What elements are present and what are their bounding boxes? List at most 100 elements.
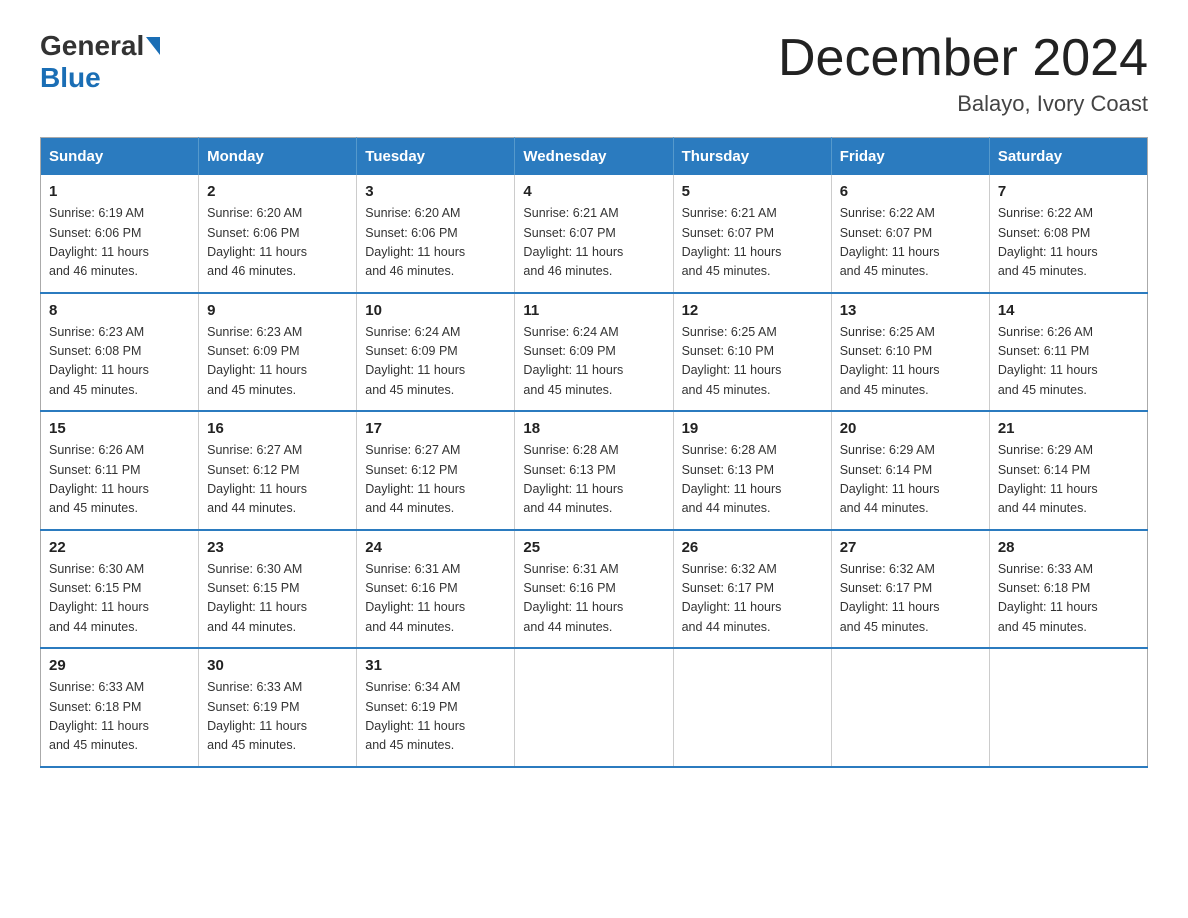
- calendar-day-cell: 4 Sunrise: 6:21 AMSunset: 6:07 PMDaylight…: [515, 175, 673, 293]
- day-number: 14: [998, 302, 1139, 319]
- day-info: Sunrise: 6:22 AMSunset: 6:08 PMDaylight:…: [998, 204, 1139, 282]
- day-info: Sunrise: 6:28 AMSunset: 6:13 PMDaylight:…: [682, 441, 823, 519]
- day-info: Sunrise: 6:33 AMSunset: 6:18 PMDaylight:…: [998, 560, 1139, 638]
- day-number: 17: [365, 420, 506, 437]
- day-number: 27: [840, 539, 981, 556]
- calendar-day-cell: 30Sunrise: 6:33 AMSunset: 6:19 PMDayligh…: [199, 648, 357, 767]
- day-info: Sunrise: 6:34 AMSunset: 6:19 PMDaylight:…: [365, 678, 506, 756]
- calendar-day-cell: 28 Sunrise: 6:33 AMSunset: 6:18 PMDayligh…: [989, 530, 1147, 649]
- day-number: 31: [365, 657, 506, 674]
- calendar-day-cell: 20 Sunrise: 6:29 AMSunset: 6:14 PMDayligh…: [831, 411, 989, 530]
- calendar-day-cell: 18 Sunrise: 6:28 AMSunset: 6:13 PMDayligh…: [515, 411, 673, 530]
- day-number: 11: [523, 302, 664, 319]
- day-number: 26: [682, 539, 823, 556]
- calendar-day-cell: 17 Sunrise: 6:27 AMSunset: 6:12 PMDayligh…: [357, 411, 515, 530]
- day-number: 28: [998, 539, 1139, 556]
- calendar-day-cell: 10 Sunrise: 6:24 AMSunset: 6:09 PMDayligh…: [357, 293, 515, 412]
- page-header: General Blue December 2024 Balayo, Ivory…: [40, 30, 1148, 117]
- day-info: Sunrise: 6:19 AMSunset: 6:06 PMDaylight:…: [49, 204, 190, 282]
- day-number: 18: [523, 420, 664, 437]
- day-number: 5: [682, 183, 823, 200]
- day-number: 21: [998, 420, 1139, 437]
- calendar-body: 1Sunrise: 6:19 AMSunset: 6:06 PMDaylight…: [41, 175, 1148, 767]
- day-info: Sunrise: 6:21 AMSunset: 6:07 PMDaylight:…: [523, 204, 664, 282]
- calendar-header-cell: Monday: [199, 138, 357, 176]
- day-info: Sunrise: 6:20 AMSunset: 6:06 PMDaylight:…: [365, 204, 506, 282]
- calendar-day-cell: 19Sunrise: 6:28 AMSunset: 6:13 PMDayligh…: [673, 411, 831, 530]
- day-info: Sunrise: 6:31 AMSunset: 6:16 PMDaylight:…: [523, 560, 664, 638]
- calendar-header-cell: Wednesday: [515, 138, 673, 176]
- day-info: Sunrise: 6:21 AMSunset: 6:07 PMDaylight:…: [682, 204, 823, 282]
- day-number: 4: [523, 183, 664, 200]
- day-number: 20: [840, 420, 981, 437]
- day-number: 29: [49, 657, 190, 674]
- calendar-week-row: 22Sunrise: 6:30 AMSunset: 6:15 PMDayligh…: [41, 530, 1148, 649]
- day-info: Sunrise: 6:27 AMSunset: 6:12 PMDaylight:…: [365, 441, 506, 519]
- calendar-header: SundayMondayTuesdayWednesdayThursdayFrid…: [41, 138, 1148, 176]
- calendar-header-cell: Tuesday: [357, 138, 515, 176]
- calendar-day-cell: 5 Sunrise: 6:21 AMSunset: 6:07 PMDaylight…: [673, 175, 831, 293]
- day-number: 30: [207, 657, 348, 674]
- day-info: Sunrise: 6:26 AMSunset: 6:11 PMDaylight:…: [49, 441, 190, 519]
- day-number: 12: [682, 302, 823, 319]
- day-number: 15: [49, 420, 190, 437]
- day-info: Sunrise: 6:26 AMSunset: 6:11 PMDaylight:…: [998, 323, 1139, 401]
- calendar-header-cell: Saturday: [989, 138, 1147, 176]
- day-info: Sunrise: 6:24 AMSunset: 6:09 PMDaylight:…: [523, 323, 664, 401]
- day-number: 25: [523, 539, 664, 556]
- day-info: Sunrise: 6:23 AMSunset: 6:08 PMDaylight:…: [49, 323, 190, 401]
- calendar-day-cell: 13Sunrise: 6:25 AMSunset: 6:10 PMDayligh…: [831, 293, 989, 412]
- calendar-day-cell: 24 Sunrise: 6:31 AMSunset: 6:16 PMDayligh…: [357, 530, 515, 649]
- day-number: 2: [207, 183, 348, 200]
- day-number: 8: [49, 302, 190, 319]
- calendar-day-cell: 22Sunrise: 6:30 AMSunset: 6:15 PMDayligh…: [41, 530, 199, 649]
- logo-blue-text: Blue: [40, 62, 101, 94]
- day-number: 24: [365, 539, 506, 556]
- calendar-day-cell: 8 Sunrise: 6:23 AMSunset: 6:08 PMDaylight…: [41, 293, 199, 412]
- calendar-day-cell: [673, 648, 831, 767]
- calendar-week-row: 1Sunrise: 6:19 AMSunset: 6:06 PMDaylight…: [41, 175, 1148, 293]
- calendar-day-cell: 2 Sunrise: 6:20 AMSunset: 6:06 PMDaylight…: [199, 175, 357, 293]
- calendar-day-cell: 7Sunrise: 6:22 AMSunset: 6:08 PMDaylight…: [989, 175, 1147, 293]
- day-number: 9: [207, 302, 348, 319]
- calendar-day-cell: [515, 648, 673, 767]
- calendar-day-cell: 25 Sunrise: 6:31 AMSunset: 6:16 PMDayligh…: [515, 530, 673, 649]
- calendar-day-cell: [831, 648, 989, 767]
- day-number: 10: [365, 302, 506, 319]
- day-info: Sunrise: 6:31 AMSunset: 6:16 PMDaylight:…: [365, 560, 506, 638]
- day-info: Sunrise: 6:28 AMSunset: 6:13 PMDaylight:…: [523, 441, 664, 519]
- calendar-week-row: 29 Sunrise: 6:33 AMSunset: 6:18 PMDayligh…: [41, 648, 1148, 767]
- day-info: Sunrise: 6:29 AMSunset: 6:14 PMDaylight:…: [840, 441, 981, 519]
- day-number: 3: [365, 183, 506, 200]
- calendar-day-cell: 1Sunrise: 6:19 AMSunset: 6:06 PMDaylight…: [41, 175, 199, 293]
- calendar-header-cell: Thursday: [673, 138, 831, 176]
- calendar-day-cell: 31 Sunrise: 6:34 AMSunset: 6:19 PMDayligh…: [357, 648, 515, 767]
- day-info: Sunrise: 6:29 AMSunset: 6:14 PMDaylight:…: [998, 441, 1139, 519]
- day-info: Sunrise: 6:23 AMSunset: 6:09 PMDaylight:…: [207, 323, 348, 401]
- calendar-day-cell: 12 Sunrise: 6:25 AMSunset: 6:10 PMDayligh…: [673, 293, 831, 412]
- day-number: 13: [840, 302, 981, 319]
- day-info: Sunrise: 6:32 AMSunset: 6:17 PMDaylight:…: [682, 560, 823, 638]
- calendar-day-cell: 9 Sunrise: 6:23 AMSunset: 6:09 PMDaylight…: [199, 293, 357, 412]
- logo-general-text: General: [40, 30, 144, 62]
- day-info: Sunrise: 6:20 AMSunset: 6:06 PMDaylight:…: [207, 204, 348, 282]
- calendar-day-cell: 3 Sunrise: 6:20 AMSunset: 6:06 PMDaylight…: [357, 175, 515, 293]
- calendar-day-cell: 23Sunrise: 6:30 AMSunset: 6:15 PMDayligh…: [199, 530, 357, 649]
- calendar-day-cell: 21 Sunrise: 6:29 AMSunset: 6:14 PMDayligh…: [989, 411, 1147, 530]
- title-block: December 2024 Balayo, Ivory Coast: [778, 30, 1148, 117]
- calendar-day-cell: 6Sunrise: 6:22 AMSunset: 6:07 PMDaylight…: [831, 175, 989, 293]
- day-number: 16: [207, 420, 348, 437]
- location-subtitle: Balayo, Ivory Coast: [778, 91, 1148, 117]
- day-info: Sunrise: 6:24 AMSunset: 6:09 PMDaylight:…: [365, 323, 506, 401]
- calendar-day-cell: 27 Sunrise: 6:32 AMSunset: 6:17 PMDayligh…: [831, 530, 989, 649]
- day-info: Sunrise: 6:33 AMSunset: 6:18 PMDaylight:…: [49, 678, 190, 756]
- calendar-day-cell: 14 Sunrise: 6:26 AMSunset: 6:11 PMDayligh…: [989, 293, 1147, 412]
- day-info: Sunrise: 6:32 AMSunset: 6:17 PMDaylight:…: [840, 560, 981, 638]
- calendar-day-cell: 15 Sunrise: 6:26 AMSunset: 6:11 PMDayligh…: [41, 411, 199, 530]
- day-info: Sunrise: 6:25 AMSunset: 6:10 PMDaylight:…: [682, 323, 823, 401]
- day-info: Sunrise: 6:30 AMSunset: 6:15 PMDaylight:…: [207, 560, 348, 638]
- calendar-day-cell: 16Sunrise: 6:27 AMSunset: 6:12 PMDayligh…: [199, 411, 357, 530]
- calendar-day-cell: 29 Sunrise: 6:33 AMSunset: 6:18 PMDayligh…: [41, 648, 199, 767]
- day-info: Sunrise: 6:22 AMSunset: 6:07 PMDaylight:…: [840, 204, 981, 282]
- day-info: Sunrise: 6:30 AMSunset: 6:15 PMDaylight:…: [49, 560, 190, 638]
